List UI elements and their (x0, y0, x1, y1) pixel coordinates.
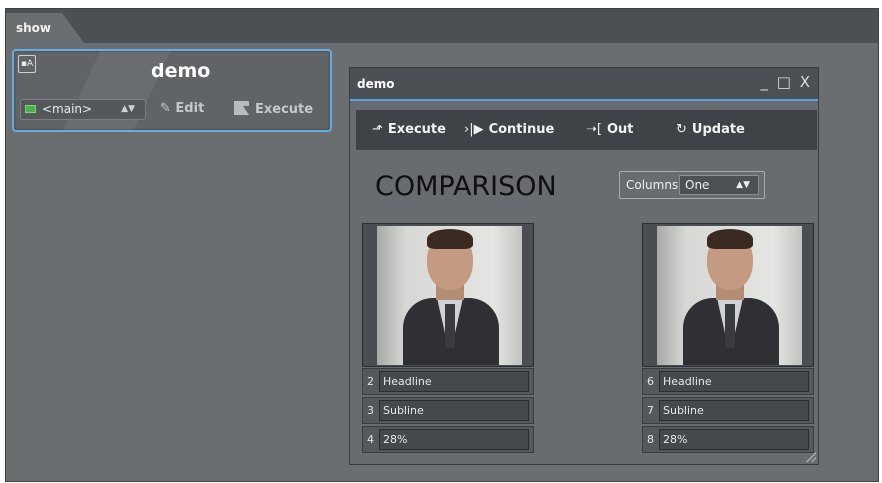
right-image[interactable] (642, 223, 814, 367)
left-field-row: 3 Subline (362, 397, 534, 424)
left-field-row: 2 Headline (362, 368, 534, 395)
toolbar-out-label: Out (606, 122, 634, 137)
window-titlebar[interactable]: demo _ □ X (350, 68, 818, 101)
field-number: 3 (367, 404, 374, 417)
tab-show[interactable]: show (6, 13, 84, 43)
columns-control: Columns One ▲▼ (619, 171, 765, 199)
select-arrows-icon: ▲▼ (736, 180, 750, 190)
subline-field[interactable]: Subline (659, 400, 809, 421)
toolbar-continue-label: Continue (488, 122, 555, 137)
portrait-photo (657, 226, 802, 365)
portrait-photo (377, 226, 522, 365)
field-number: 4 (367, 433, 374, 446)
toolbar-update-label: Update (691, 122, 745, 137)
columns-select[interactable]: One ▲▼ (679, 175, 759, 195)
execute-label: Execute (255, 102, 314, 117)
columns-label: Columns (626, 178, 679, 192)
toolbar-execute-button[interactable]: ⬏ Execute (372, 122, 446, 137)
right-field-row: 6 Headline (642, 368, 814, 395)
left-image[interactable] (362, 223, 534, 367)
window-title: demo (357, 77, 395, 91)
edit-label: Edit (175, 101, 205, 116)
window-controls[interactable]: _ □ X (761, 73, 812, 91)
execute-icon: ⬏ (372, 122, 383, 137)
tab-strip: show (6, 9, 878, 43)
select-arrows-icon: ▲▼ (121, 104, 135, 114)
field-number: 8 (647, 433, 654, 446)
edit-button[interactable]: ✎ Edit (160, 101, 204, 116)
toolbar-execute-label: Execute (387, 122, 446, 137)
template-icon: ▪A (18, 55, 36, 73)
out-icon: ➝[ (586, 122, 602, 137)
channel-select-value: <main> (42, 102, 93, 116)
columns-select-value: One (685, 178, 710, 192)
headline-field[interactable]: Headline (659, 371, 809, 392)
left-field-row: 4 28% (362, 426, 534, 453)
card-title: demo (151, 60, 211, 82)
template-card[interactable]: ▪A demo <main> ▲▼ ✎ Edit Execute (12, 49, 332, 132)
percent-field[interactable]: 28% (379, 429, 529, 450)
comparison-heading: COMPARISON (375, 171, 557, 202)
refresh-icon: ↻ (676, 122, 687, 137)
execute-button[interactable]: Execute (234, 101, 313, 117)
toolbar-continue-button[interactable]: ›|▶ Continue (464, 122, 554, 137)
toolbar-out-button[interactable]: ➝[ Out (586, 122, 634, 137)
execute-icon (234, 101, 249, 115)
right-field-row: 7 Subline (642, 397, 814, 424)
resize-grip-icon[interactable] (806, 452, 816, 462)
channel-select[interactable]: <main> ▲▼ (20, 99, 146, 120)
percent-field[interactable]: 28% (659, 429, 809, 450)
monitor-icon (25, 105, 36, 113)
pencil-icon: ✎ (160, 101, 176, 116)
subline-field[interactable]: Subline (379, 400, 529, 421)
field-number: 2 (367, 375, 374, 388)
field-number: 7 (647, 404, 654, 417)
field-number: 6 (647, 375, 654, 388)
headline-field[interactable]: Headline (379, 371, 529, 392)
right-field-row: 8 28% (642, 426, 814, 453)
continue-icon: ›|▶ (464, 122, 484, 137)
toolbar-update-button[interactable]: ↻ Update (676, 122, 745, 137)
window-toolbar: ⬏ Execute ›|▶ Continue ➝[ Out ↻ Update (356, 110, 817, 150)
demo-window: demo _ □ X ⬏ Execute ›|▶ Continue ➝[ Out ↻ U… (349, 67, 819, 465)
